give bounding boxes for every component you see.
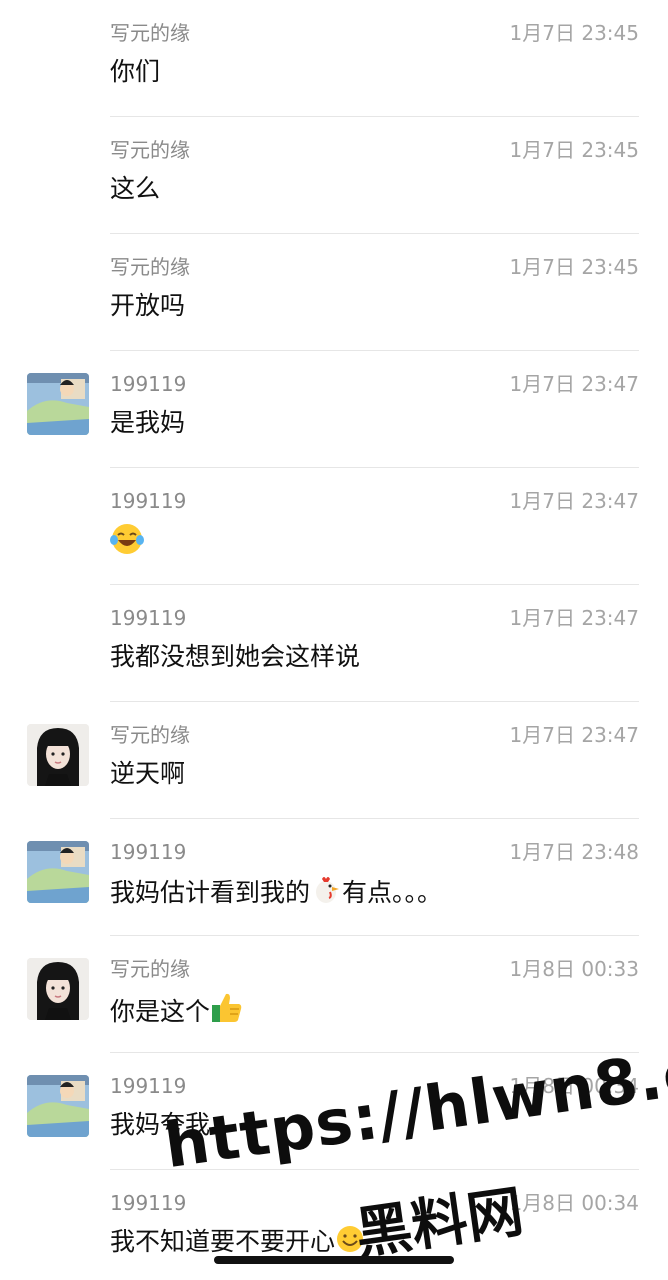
message-text: 你们	[110, 57, 161, 86]
message-text-part: 我妈估计看到我的	[110, 878, 311, 907]
thumbs-up-emoji-icon	[212, 993, 242, 1022]
avatar[interactable]	[27, 1075, 89, 1137]
message-item[interactable]: 写元的缘 1月8日 00:33 你是这个	[0, 936, 668, 1053]
laughing-tears-emoji-icon	[110, 524, 144, 554]
avatar[interactable]	[27, 958, 89, 1020]
avatar[interactable]	[27, 841, 89, 903]
message-text: 我妈夸我	[110, 1110, 211, 1139]
message-text: 我妈估计看到我的 有点。。。	[110, 873, 442, 911]
message-time: 1月7日 23:48	[509, 840, 639, 864]
message-item[interactable]: 写元的缘 1月7日 23:45 你们	[0, 0, 668, 117]
message-text: 是我妈	[110, 408, 186, 437]
message-time: 1月7日 23:47	[509, 606, 639, 630]
message-text-part: 你是这个	[110, 997, 211, 1026]
sender-name: 199119	[110, 489, 187, 513]
message-time: 1月8日 00:33	[509, 957, 639, 981]
sender-name: 199119	[110, 606, 187, 630]
sender-name: 写元的缘	[110, 21, 190, 45]
sender-name: 写元的缘	[110, 723, 190, 747]
message-text: 我都没想到她会这样说	[110, 642, 361, 671]
message-item[interactable]: 199119 1月7日 23:47 是我妈	[0, 351, 668, 468]
message-time: 1月7日 23:47	[509, 489, 639, 513]
message-item[interactable]: 写元的缘 1月7日 23:47 逆天啊	[0, 702, 668, 819]
girl-avatar-image	[27, 724, 89, 786]
message-text: 逆天啊	[110, 759, 186, 788]
message-item[interactable]: 199119 1月7日 23:47 我都没想到她会这样说	[0, 585, 668, 702]
sender-name: 199119	[110, 372, 187, 396]
cartoon-avatar-image	[27, 841, 89, 903]
message-time: 1月7日 23:47	[509, 372, 639, 396]
message-text: 开放吗	[110, 291, 186, 320]
message-text	[110, 522, 144, 562]
cartoon-avatar-image	[27, 1075, 89, 1137]
girl-avatar-image	[27, 958, 89, 1020]
sender-name: 199119	[110, 840, 187, 864]
chicken-emoji-icon	[316, 877, 340, 903]
message-text: 你是这个	[110, 990, 244, 1030]
message-time: 1月7日 23:45	[509, 138, 639, 162]
avatar[interactable]	[27, 373, 89, 435]
message-text-part: 有点。。。	[342, 878, 443, 907]
sender-name: 199119	[110, 1191, 187, 1215]
avatar[interactable]	[27, 724, 89, 786]
smile-emoji-icon	[337, 1226, 364, 1252]
message-text: 这么	[110, 174, 161, 203]
sender-name: 写元的缘	[110, 255, 190, 279]
sender-name: 写元的缘	[110, 957, 190, 981]
message-time: 1月8日 00:34	[509, 1074, 639, 1098]
chat-history-list[interactable]: 写元的缘 1月7日 23:45 你们 写元的缘 1月7日 23:45 这么 写元…	[0, 0, 668, 1280]
sender-name: 写元的缘	[110, 138, 190, 162]
message-time: 1月8日 00:34	[509, 1191, 639, 1215]
message-item[interactable]: 199119 1月7日 23:47	[0, 468, 668, 585]
message-text: 我不知道要不要开心	[110, 1224, 365, 1260]
message-text-part: 我不知道要不要开心	[110, 1227, 336, 1256]
message-item[interactable]: 199119 1月7日 23:48 我妈估计看到我的 有点。。。	[0, 819, 668, 936]
message-item[interactable]: 199119 1月8日 00:34 我妈夸我	[0, 1053, 668, 1170]
cartoon-avatar-image	[27, 373, 89, 435]
message-time: 1月7日 23:45	[509, 255, 639, 279]
sender-name: 199119	[110, 1074, 187, 1098]
message-item[interactable]: 写元的缘 1月7日 23:45 这么	[0, 117, 668, 234]
message-item[interactable]: 写元的缘 1月7日 23:45 开放吗	[0, 234, 668, 351]
home-indicator[interactable]	[214, 1256, 454, 1264]
message-time: 1月7日 23:47	[509, 723, 639, 747]
message-time: 1月7日 23:45	[509, 21, 639, 45]
